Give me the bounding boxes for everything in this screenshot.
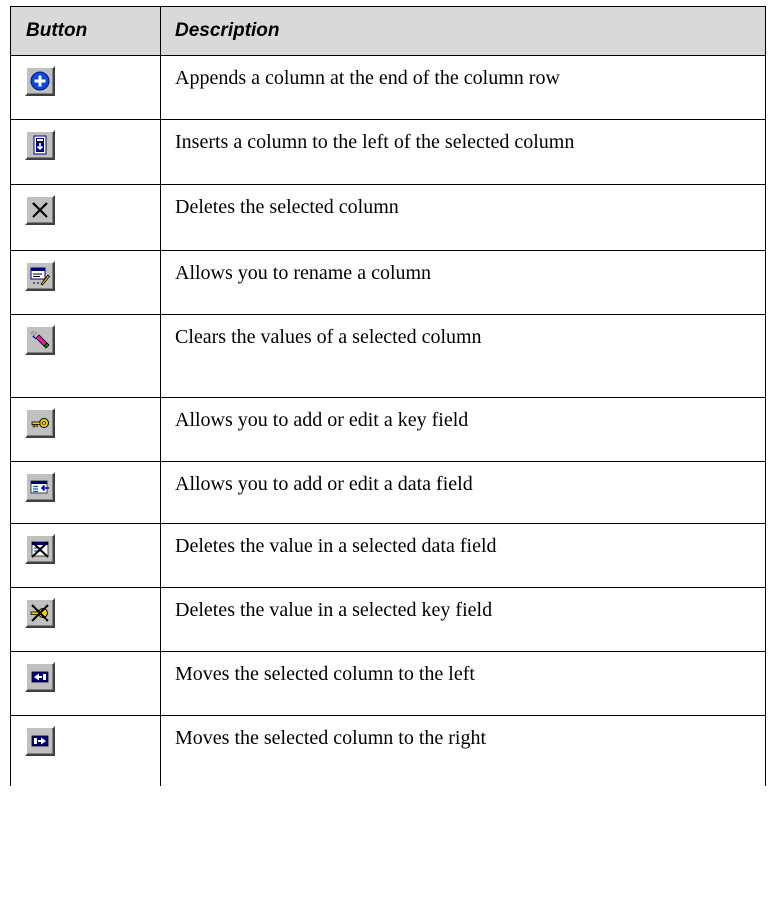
button-cell	[10, 250, 161, 315]
description-cell: Allows you to add or edit a data field	[160, 461, 766, 524]
button-cell	[10, 119, 161, 185]
button-cell	[10, 523, 161, 588]
table-row: Allows you to rename a column	[10, 250, 766, 315]
button-cell	[10, 55, 161, 120]
header-button: Button	[10, 6, 161, 56]
button-cell	[10, 715, 161, 786]
data-field-icon	[30, 480, 49, 494]
add-column-icon	[30, 71, 50, 91]
table-row: Deletes the value in a selected data fie…	[10, 523, 766, 588]
toolbar-buttons-table: Button Description Appends a column at t…	[10, 6, 766, 786]
description-cell: Deletes the value in a selected data fie…	[160, 523, 766, 588]
insert-column-icon	[33, 135, 47, 155]
table-header-row: Button Description	[10, 6, 766, 56]
button-cell	[10, 397, 161, 462]
move-left-icon	[31, 671, 49, 683]
move-left-button[interactable]	[25, 662, 55, 692]
description-cell: Allows you to add or edit a key field	[160, 397, 766, 462]
move-right-button[interactable]	[25, 726, 55, 756]
rename-column-button[interactable]	[25, 261, 55, 291]
description-cell: Deletes the value in a selected key fiel…	[160, 587, 766, 652]
clear-values-button[interactable]	[25, 325, 55, 355]
description-cell: Appends a column at the end of the colum…	[160, 55, 766, 120]
description-cell: Inserts a column to the left of the sele…	[160, 119, 766, 185]
table-row: Allows you to add or edit a key field	[10, 397, 766, 462]
table-row: Moves the selected column to the left	[10, 651, 766, 716]
delete-data-field-icon	[31, 541, 49, 558]
table-row: Clears the values of a selected column	[10, 314, 766, 398]
delete-key-field-button[interactable]	[25, 598, 55, 628]
data-field-button[interactable]	[25, 472, 55, 502]
description-cell: Moves the selected column to the right	[160, 715, 766, 786]
clear-values-icon	[30, 330, 50, 349]
button-cell	[10, 587, 161, 652]
move-right-icon	[31, 735, 49, 747]
delete-column-button[interactable]	[25, 195, 55, 225]
button-cell	[10, 461, 161, 524]
insert-column-button[interactable]	[25, 130, 55, 160]
description-cell: Deletes the selected column	[160, 184, 766, 251]
button-cell	[10, 651, 161, 716]
delete-key-field-icon	[30, 604, 49, 622]
key-field-icon	[31, 418, 49, 428]
table-row: Deletes the selected column	[10, 184, 766, 251]
table-row: Allows you to add or edit a data field	[10, 461, 766, 524]
button-cell	[10, 314, 161, 398]
delete-data-field-button[interactable]	[25, 534, 55, 564]
table-row: Moves the selected column to the right	[10, 715, 766, 786]
button-cell	[10, 184, 161, 251]
rename-column-icon	[30, 267, 51, 286]
header-description: Description	[160, 6, 766, 56]
table-row: Deletes the value in a selected key fiel…	[10, 587, 766, 652]
description-cell: Allows you to rename a column	[160, 250, 766, 315]
table-row: Inserts a column to the left of the sele…	[10, 119, 766, 185]
description-cell: Moves the selected column to the left	[160, 651, 766, 716]
delete-column-icon	[32, 202, 48, 218]
table-row: Appends a column at the end of the colum…	[10, 55, 766, 120]
description-cell: Clears the values of a selected column	[160, 314, 766, 398]
key-field-button[interactable]	[25, 408, 55, 438]
add-column-button[interactable]	[25, 66, 55, 96]
